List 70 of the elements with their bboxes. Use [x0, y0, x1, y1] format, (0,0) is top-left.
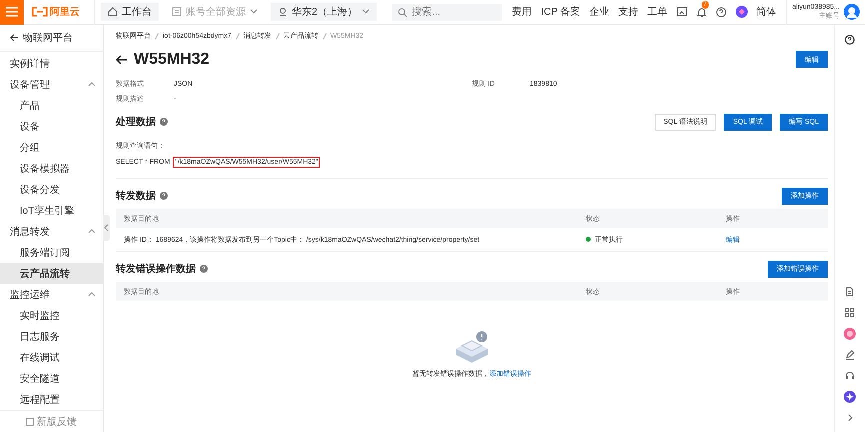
sidebar-item[interactable]: 设备模拟器: [0, 158, 103, 179]
collapse-handle[interactable]: [103, 215, 110, 241]
sidebar-item[interactable]: 云产品流转: [0, 263, 103, 284]
assistant-icon[interactable]: [736, 6, 748, 18]
nav-button[interactable]: 华东2（上海）: [271, 3, 377, 21]
separator-icon: [322, 32, 326, 40]
feedback-link[interactable]: 新版反馈: [0, 410, 103, 432]
sidebar-item[interactable]: 实例详情: [0, 53, 103, 74]
sidebar-item[interactable]: 服务端订阅: [0, 242, 103, 263]
help-icon[interactable]: [845, 35, 855, 45]
separator-icon: [155, 32, 159, 40]
sidebar-item[interactable]: 产品: [0, 95, 103, 116]
help-icon[interactable]: [716, 6, 727, 18]
sidebar-item[interactable]: 设备: [0, 116, 103, 137]
page-title: W55MH32: [134, 50, 210, 68]
star-app-icon[interactable]: [844, 391, 856, 403]
chevron-up-icon: [88, 229, 96, 234]
sidebar-item[interactable]: 日志服务: [0, 326, 103, 347]
top-link[interactable]: 工单: [648, 5, 668, 19]
chevron-left-icon: [104, 224, 109, 232]
logo-icon: [32, 7, 48, 17]
brand-name: 阿里云: [50, 6, 80, 19]
location-icon: [278, 7, 288, 17]
nav-button[interactable]: 工作台: [101, 3, 159, 21]
caret-icon: [362, 9, 370, 15]
document-icon[interactable]: [844, 286, 856, 298]
separator-icon: [276, 32, 280, 40]
help-icon: [160, 118, 168, 126]
language-link[interactable]: 简体: [756, 5, 777, 19]
top-link[interactable]: 费用: [512, 5, 532, 19]
top-link[interactable]: 企业: [590, 5, 610, 19]
feedback-icon: [26, 418, 34, 426]
sidebar-group[interactable]: 监控运维: [0, 284, 103, 305]
bell-icon[interactable]: [696, 6, 707, 18]
help-icon: [160, 192, 168, 200]
chevron-up-icon: [88, 82, 96, 87]
separator-icon: [236, 32, 240, 40]
search-icon: [398, 8, 408, 18]
sidebar-item[interactable]: 安全隧道: [0, 368, 103, 389]
menu-icon: [6, 7, 18, 17]
sidebar-item[interactable]: 在线调试: [0, 347, 103, 368]
assistant-icon[interactable]: [844, 328, 856, 340]
avatar-icon[interactable]: [844, 4, 860, 20]
back-arrow-icon[interactable]: [116, 54, 128, 64]
sidebar-item[interactable]: 实时监控: [0, 305, 103, 326]
sidebar-item[interactable]: 分组: [0, 137, 103, 158]
section-heading: 处理数据: [116, 116, 156, 129]
back-arrow-icon: [10, 34, 19, 42]
list-icon: [172, 7, 182, 17]
search-field[interactable]: 搜索...: [392, 4, 502, 20]
empty-box-icon: [453, 331, 491, 363]
help-icon: [200, 265, 208, 273]
section-heading: 转发错误操作数据: [116, 262, 196, 276]
headset-icon[interactable]: [844, 370, 856, 382]
screen-icon[interactable]: [676, 7, 688, 17]
caret-icon: [250, 9, 258, 15]
chevron-up-icon: [88, 292, 96, 297]
top-link[interactable]: ICP 备案: [541, 5, 581, 19]
top-link[interactable]: 支持: [618, 5, 639, 19]
section-heading: 转发数据: [116, 190, 156, 203]
pen-icon[interactable]: [844, 349, 856, 361]
sidebar-item[interactable]: IoT孪生引擎: [0, 200, 103, 221]
grid-icon[interactable]: [844, 307, 856, 319]
sidebar-group[interactable]: 设备管理: [0, 74, 103, 95]
home-icon: [108, 7, 118, 17]
back-link[interactable]: 物联网平台: [0, 25, 103, 52]
sidebar-item[interactable]: 设备分发: [0, 179, 103, 200]
sidebar-item[interactable]: 远程配置: [0, 389, 103, 410]
sidebar-group[interactable]: 消息转发: [0, 221, 103, 242]
menu-button[interactable]: [0, 0, 24, 24]
